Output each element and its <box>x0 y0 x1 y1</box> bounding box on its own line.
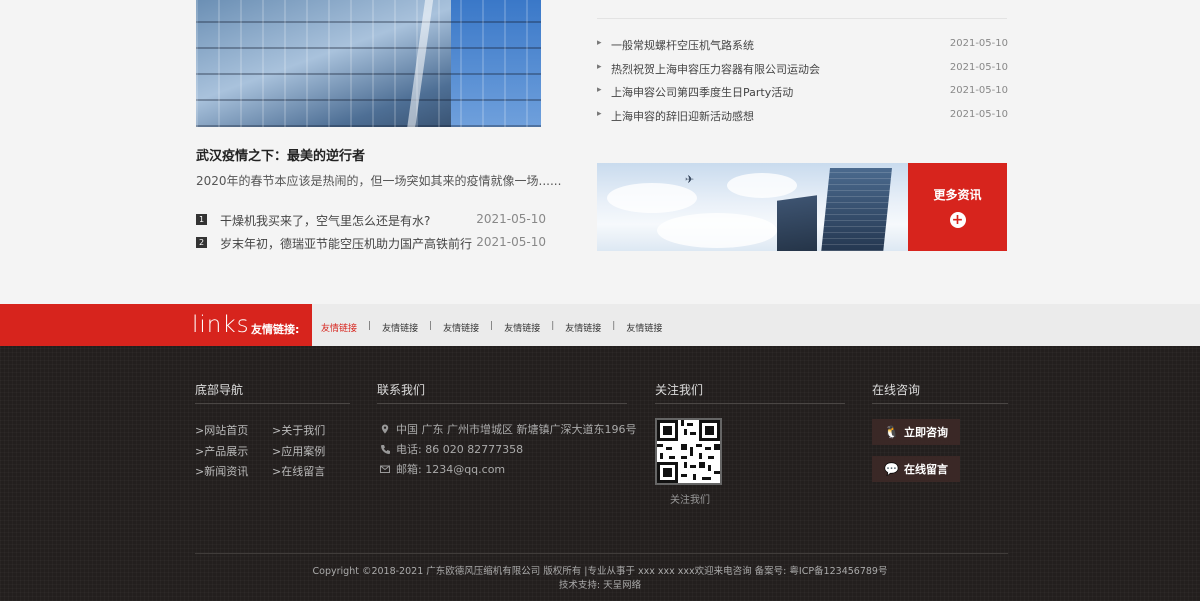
friend-link[interactable]: 友情链接 <box>626 321 662 334</box>
friend-link[interactable]: 友情链接 <box>565 321 601 334</box>
list-item[interactable]: ▸ 上海申容的辞旧迎新活动感想 2021-05-10 <box>597 108 1008 132</box>
news-title[interactable]: 上海申容公司第四季度生日Party活动 <box>611 84 793 100</box>
glass-facade <box>196 0 541 127</box>
consult-now-button[interactable]: 🐧 立即咨询 <box>872 419 960 445</box>
item-number: 1 <box>196 214 207 225</box>
news-date: 2021-05-10 <box>949 108 1008 120</box>
footer: 底部导航 >网站首页 >关于我们 >产品展示 >应用案例 >新闻资讯 >在线留言… <box>0 346 1200 601</box>
footer-nav-title: 底部导航 <box>195 383 244 397</box>
left-news-list: 1 干燥机我买来了，空气里怎么还是有水? 2021-05-10 2 岁末年初，德… <box>196 212 548 258</box>
qr-code <box>655 418 722 485</box>
phone-icon <box>381 445 390 454</box>
news-date: 2021-05-10 <box>949 38 1008 49</box>
copyright-line: Copyright ©2018-2021 广东欧德风压缩机有限公司 版权所有 |… <box>312 566 888 577</box>
separator: | <box>612 321 616 331</box>
building <box>820 168 892 251</box>
divider <box>655 403 845 404</box>
message-icon: 💬 <box>884 462 899 476</box>
footer-link-news[interactable]: >新闻资讯 <box>195 463 248 479</box>
chevron-right-icon: ▸ <box>597 61 602 72</box>
separator: | <box>490 321 494 331</box>
list-item[interactable]: ▸ 一般常规螺杆空压机气路系统 2021-05-10 <box>597 37 1008 61</box>
footer-link-message[interactable]: >在线留言 <box>272 463 325 479</box>
news-title[interactable]: 干燥机我买来了，空气里怎么还是有水? <box>220 212 430 229</box>
feature-title[interactable]: 武汉疫情之下：最美的逆行者 <box>196 145 365 164</box>
list-item[interactable]: 2 岁末年初，德瑞亚节能空压机助力国产高铁前行 2021-05-10 <box>196 235 548 258</box>
location-icon <box>381 424 389 434</box>
online-message-label: 在线留言 <box>903 463 948 476</box>
consult-now-label: 立即咨询 <box>903 426 948 439</box>
email-text: 邮箱: 1234@qq.com <box>396 463 506 476</box>
cloud <box>657 213 777 248</box>
feature-image[interactable] <box>196 0 541 127</box>
footer-link-home[interactable]: >网站首页 <box>195 422 248 438</box>
phone-row: 电话: 86 020 82777358 <box>380 441 523 457</box>
copyright: Copyright ©2018-2021 广东欧德风压缩机有限公司 版权所有 |… <box>0 565 1200 593</box>
divider <box>872 403 1008 404</box>
qq-icon: 🐧 <box>884 425 899 439</box>
plus-icon: + <box>949 212 966 228</box>
cloud <box>727 173 797 198</box>
separator: | <box>429 321 433 331</box>
email-row: 邮箱: 1234@qq.com <box>380 461 505 477</box>
links-subtitle: 友情链接: <box>251 323 300 336</box>
news-title[interactable]: 热烈祝贺上海申容压力容器有限公司运动会 <box>611 61 820 77</box>
links-word: links <box>192 312 250 338</box>
list-item[interactable]: ▸ 上海申容公司第四季度生日Party活动 2021-05-10 <box>597 84 1008 108</box>
divider <box>377 403 627 404</box>
qr-caption: 关注我们 <box>670 495 710 506</box>
news-section: 武汉疫情之下：最美的逆行者 2020年的春节本应该是热闹的，但一场突如其来的疫情… <box>0 0 1200 304</box>
chevron-right-icon: ▸ <box>597 38 602 48</box>
item-number: 2 <box>196 237 207 248</box>
divider <box>597 18 1007 19</box>
news-date: 2021-05-10 <box>476 235 546 249</box>
more-news-button[interactable]: 更多资讯 + <box>908 163 1007 251</box>
phone-text: 电话: 86 020 82777358 <box>396 443 524 456</box>
friend-link[interactable]: 友情链接 <box>321 321 357 334</box>
chevron-right-icon: ▸ <box>597 85 602 95</box>
separator: | <box>368 321 372 331</box>
news-title[interactable]: 一般常规螺杆空压机气路系统 <box>611 37 754 53</box>
footer-contact-title: 联系我们 <box>377 383 426 397</box>
feature-desc: 2020年的春节本应该是热闹的，但一场突如其来的疫情就像一场...... <box>196 174 562 188</box>
airplane-icon: ✈ <box>685 173 695 186</box>
footer-link-products[interactable]: >产品展示 <box>195 443 248 459</box>
friend-links: 友情链接 | 友情链接 | 友情链接 | 友情链接 | 友情链接 | 友情链接 <box>321 321 662 334</box>
list-item[interactable]: 1 干燥机我买来了，空气里怎么还是有水? 2021-05-10 <box>196 212 548 235</box>
friend-link[interactable]: 友情链接 <box>382 321 418 334</box>
divider <box>195 403 350 404</box>
news-date: 2021-05-10 <box>949 61 1008 73</box>
online-message-button[interactable]: 💬 在线留言 <box>872 456 960 482</box>
separator: | <box>551 321 555 331</box>
right-news-list: ▸ 一般常规螺杆空压机气路系统 2021-05-10 ▸ 热烈祝贺上海申容压力容… <box>597 37 1008 131</box>
more-news-label: 更多资讯 <box>933 188 982 202</box>
tech-support-line: 技术支持: 天呈网络 <box>558 580 642 591</box>
building <box>777 195 817 251</box>
news-banner-image: ✈ <box>597 163 908 251</box>
divider <box>195 553 1008 554</box>
address-text: 中国 广东 广州市增城区 新塘镇广深大道东196号 <box>396 423 637 436</box>
friend-link[interactable]: 友情链接 <box>443 321 479 334</box>
chevron-right-icon: ▸ <box>597 108 602 119</box>
list-item[interactable]: ▸ 热烈祝贺上海申容压力容器有限公司运动会 2021-05-10 <box>597 61 1008 85</box>
address-row: 中国 广东 广州市增城区 新塘镇广深大道东196号 <box>380 421 636 437</box>
footer-link-cases[interactable]: >应用案例 <box>272 443 325 459</box>
qr-code-graphic <box>657 420 720 483</box>
friend-link[interactable]: 友情链接 <box>504 321 540 334</box>
cloud <box>607 183 697 213</box>
mail-icon <box>380 465 390 473</box>
footer-consult-title: 在线咨询 <box>872 383 921 397</box>
news-title[interactable]: 上海申容的辞旧迎新活动感想 <box>611 108 754 124</box>
news-date: 2021-05-10 <box>476 212 546 226</box>
footer-link-about[interactable]: >关于我们 <box>272 422 325 438</box>
news-date: 2021-05-10 <box>949 85 1008 96</box>
footer-follow-title: 关注我们 <box>655 383 704 397</box>
links-bar: links 友情链接: 友情链接 | 友情链接 | 友情链接 | 友情链接 | … <box>0 304 1200 346</box>
news-title[interactable]: 岁末年初，德瑞亚节能空压机助力国产高铁前行 <box>220 235 472 252</box>
